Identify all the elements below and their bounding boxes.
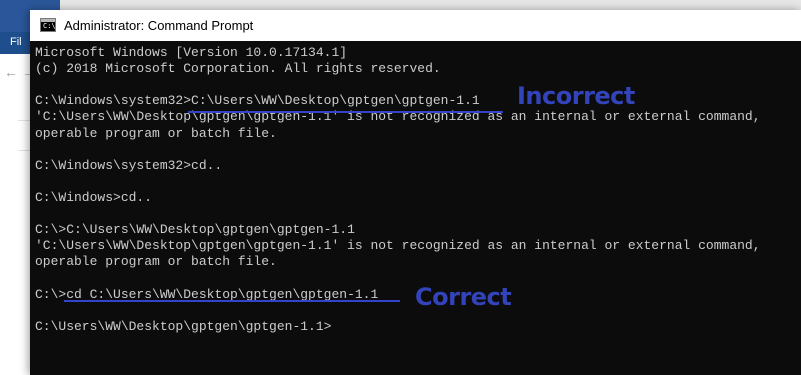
console-text: 'C:\Users\WW\Desktop\gptgen\gptgen-1.1' … — [35, 238, 761, 254]
console-text: Microsoft Windows [Version 10.0.17134.1] — [35, 45, 348, 60]
console-text: (c) 2018 Microsoft Corporation. All righ… — [35, 61, 441, 77]
console-prompt: C:\> — [35, 222, 67, 238]
console-output[interactable]: Microsoft Windows [Version 10.0.17134.1]… — [30, 41, 801, 375]
window-title: Administrator: Command Prompt — [64, 18, 254, 33]
console-prompt: C:\Users\WW\Desktop\gptgen\gptgen-1.1> — [35, 318, 332, 334]
console-line: Microsoft Windows [Version 10.0.17134.1] — [35, 45, 347, 61]
console-line: C:\Windows\system32>C:\Users\WW\Desktop\… — [35, 93, 480, 109]
console-text: operable program or batch file. — [35, 125, 277, 141]
correct-annotation: Correct — [415, 283, 512, 311]
console-line: (c) 2018 Microsoft Corporation. All righ… — [35, 61, 441, 77]
console-prompt: C:\Windows\system32> — [35, 157, 192, 173]
command-prompt-window[interactable]: C:\ Administrator: Command Prompt Micros… — [30, 10, 801, 375]
console-line: C:\Windows>cd.. — [35, 190, 152, 206]
correct-underline — [64, 300, 400, 302]
console-text: C:\Users\WW\Desktop\gptgen\gptgen-1.1 — [66, 222, 355, 238]
back-arrow-icon[interactable]: ← — [4, 64, 18, 80]
cmd-icon-prompt: C:\ — [43, 22, 56, 30]
console-prompt: C:\Windows> — [35, 189, 121, 205]
background-file-menu[interactable]: Fil — [10, 36, 22, 48]
scrollbar[interactable] — [784, 41, 801, 375]
console-text: cd.. — [120, 189, 153, 205]
window-titlebar[interactable]: C:\ Administrator: Command Prompt — [30, 10, 801, 41]
console-prompt: C:\> — [35, 286, 67, 302]
incorrect-underline — [188, 111, 503, 113]
console-prompt: C:\Windows\system32> — [35, 93, 192, 109]
console-text: C:\Users\WW\Desktop\gptgen\gptgen-1.1 — [191, 93, 480, 109]
console-line: C:\>C:\Users\WW\Desktop\gptgen\gptgen-1.… — [35, 222, 355, 238]
console-line: operable program or batch file. — [35, 126, 277, 142]
console-line: C:\Windows\system32>cd.. — [35, 158, 222, 174]
incorrect-annotation: Incorrect — [517, 82, 635, 110]
console-text: operable program or batch file. — [35, 254, 277, 270]
cmd-icon: C:\ — [40, 18, 56, 32]
console-line: C:\Users\WW\Desktop\gptgen\gptgen-1.1> — [35, 319, 331, 335]
console-text: cd.. — [191, 157, 223, 173]
console-line: 'C:\Users\WW\Desktop\gptgen\gptgen-1.1' … — [35, 238, 761, 254]
console-line: operable program or batch file. — [35, 254, 277, 270]
